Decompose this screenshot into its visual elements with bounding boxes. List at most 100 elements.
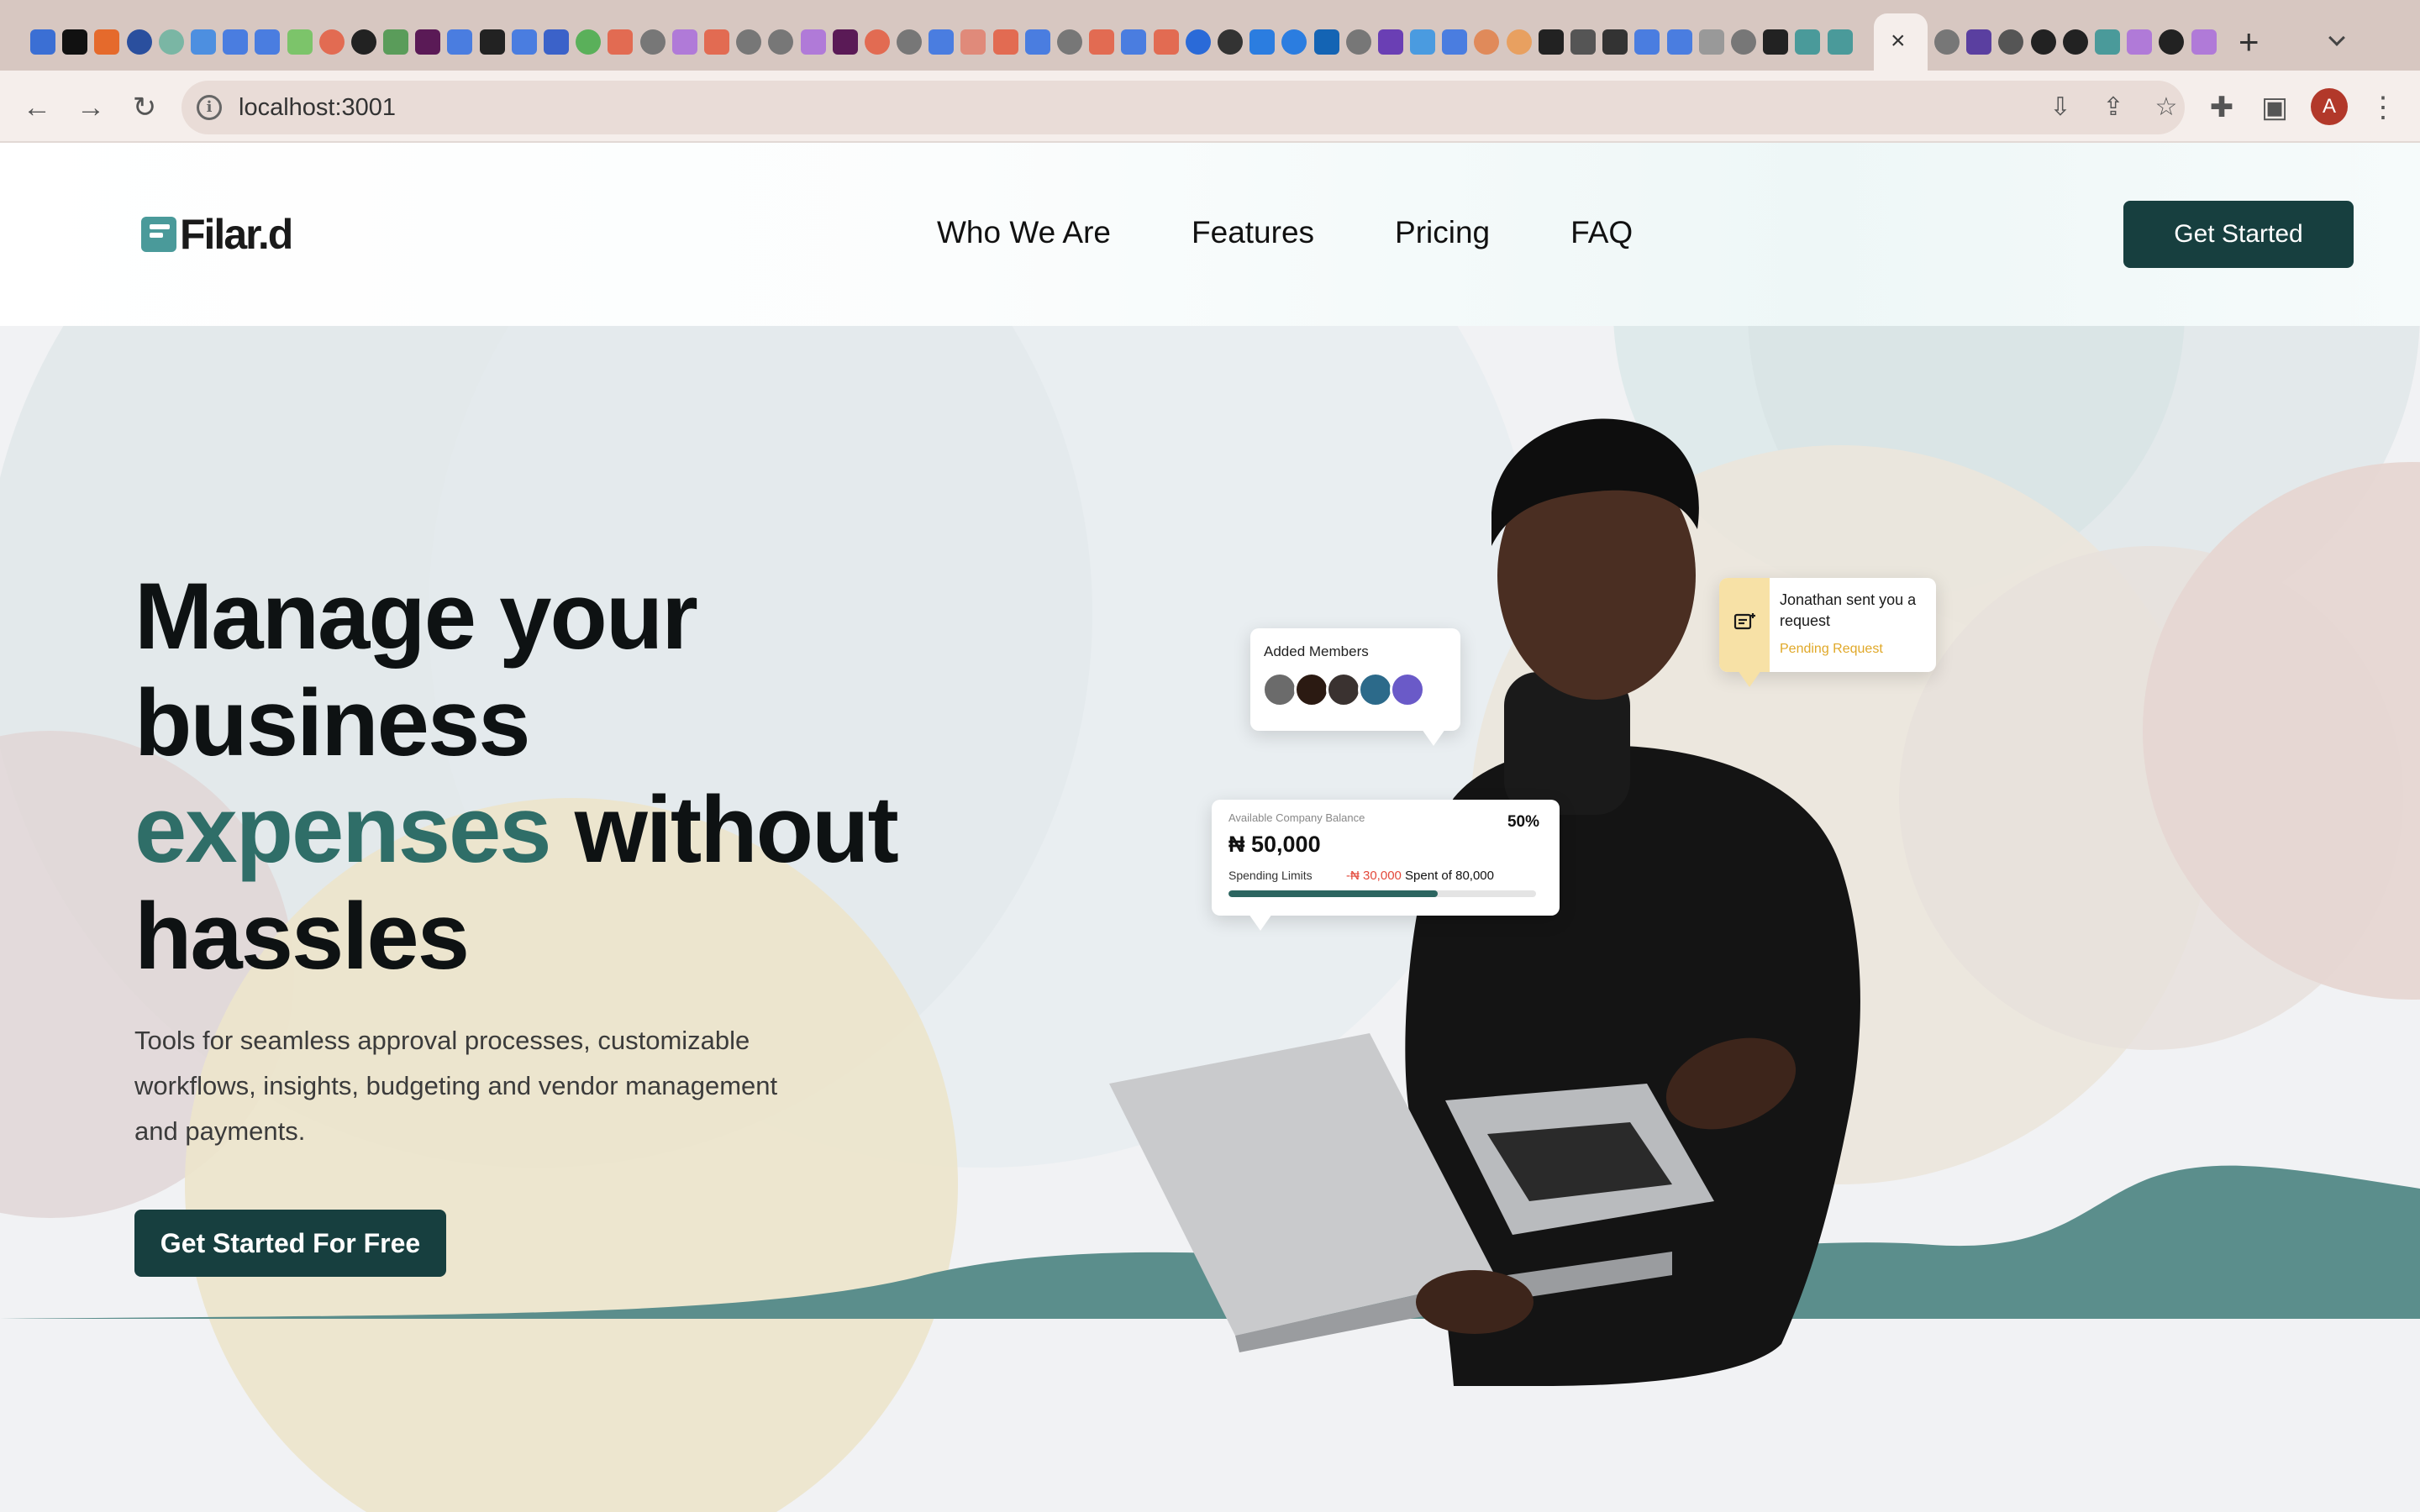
tab-favicon[interactable] xyxy=(190,29,216,55)
tab-favicon[interactable] xyxy=(318,29,345,55)
tab-favicon[interactable] xyxy=(255,29,281,55)
balance-percent: 50% xyxy=(1507,813,1539,831)
tab-favicon[interactable] xyxy=(1666,29,1692,55)
tab-favicon[interactable] xyxy=(832,29,858,55)
tab-favicon[interactable] xyxy=(2062,29,2088,55)
tab-favicon[interactable] xyxy=(223,29,249,55)
tab-favicon[interactable] xyxy=(415,29,441,55)
active-tab[interactable]: × xyxy=(1874,13,1928,71)
address-bar[interactable]: i localhost:3001 ⇩ ⇪ ☆ xyxy=(182,81,2185,134)
tab-favicon[interactable] xyxy=(2191,29,2217,55)
tab-favicons-right[interactable] xyxy=(1934,25,2223,59)
side-panel-icon[interactable]: ▣ xyxy=(2256,89,2293,126)
tab-favicon[interactable] xyxy=(1121,29,1147,55)
tab-favicon[interactable] xyxy=(992,29,1018,55)
tab-favicon[interactable] xyxy=(2030,29,2056,55)
close-tab-icon[interactable]: × xyxy=(1891,29,1906,54)
tab-favicon[interactable] xyxy=(1377,29,1403,55)
tab-favicon[interactable] xyxy=(2127,29,2153,55)
tab-favicon[interactable] xyxy=(671,29,697,55)
tab-favicon[interactable] xyxy=(30,29,55,55)
tab-favicon[interactable] xyxy=(1998,29,2024,55)
tab-favicon[interactable] xyxy=(158,29,184,55)
nav-item-features[interactable]: Features xyxy=(1192,215,1314,250)
tab-favicon[interactable] xyxy=(1827,29,1853,55)
request-notification-card[interactable]: Jonathan sent you a request Pending Requ… xyxy=(1719,578,1936,687)
tab-favicon[interactable] xyxy=(1313,29,1339,55)
tab-favicon[interactable] xyxy=(1345,29,1371,55)
hero-title: Manage your business expenses without ha… xyxy=(134,563,1059,990)
nav-item-pricing[interactable]: Pricing xyxy=(1395,215,1490,250)
nav-item-who-we-are[interactable]: Who We Are xyxy=(937,215,1111,250)
tab-favicon[interactable] xyxy=(1281,29,1307,55)
card-pointer xyxy=(1738,670,1761,687)
spending-total: 80,000 xyxy=(1455,869,1494,883)
tab-favicon[interactable] xyxy=(1185,29,1211,55)
tab-favicons[interactable] xyxy=(30,25,1860,59)
tab-favicon[interactable] xyxy=(1570,29,1596,55)
tab-favicon[interactable] xyxy=(703,29,729,55)
url-text[interactable]: localhost:3001 xyxy=(239,94,396,122)
tab-favicon[interactable] xyxy=(960,29,986,55)
hero-title-line: Manage your xyxy=(134,564,698,669)
get-started-free-button[interactable]: Get Started For Free xyxy=(134,1210,446,1277)
tab-favicon[interactable] xyxy=(1934,29,1960,55)
tab-favicon[interactable] xyxy=(1057,29,1082,55)
tab-search-chevron-icon[interactable] xyxy=(2328,29,2345,46)
back-arrow-icon[interactable]: ← xyxy=(18,89,55,126)
profile-avatar[interactable]: A xyxy=(2311,88,2348,125)
tab-favicon[interactable] xyxy=(639,29,666,55)
tab-favicon[interactable] xyxy=(1410,29,1436,55)
browser-menu-icon[interactable]: ⋮ xyxy=(2365,89,2402,126)
tab-favicon[interactable] xyxy=(383,29,409,55)
extensions-puzzle-icon[interactable]: ✚ xyxy=(2203,89,2240,126)
new-tab-button[interactable]: + xyxy=(2238,24,2260,60)
tab-favicon[interactable] xyxy=(1089,29,1115,55)
tab-favicon[interactable] xyxy=(1153,29,1179,55)
tab-favicon[interactable] xyxy=(1698,29,1724,55)
tab-favicon[interactable] xyxy=(126,29,152,55)
tab-favicon[interactable] xyxy=(544,29,569,55)
tab-favicon[interactable] xyxy=(1634,29,1660,55)
tab-favicon[interactable] xyxy=(94,29,120,55)
tab-favicon[interactable] xyxy=(1795,29,1821,55)
tab-favicon[interactable] xyxy=(287,29,313,55)
tab-favicon[interactable] xyxy=(1538,29,1564,55)
tab-favicon[interactable] xyxy=(864,29,890,55)
site-info-icon[interactable]: i xyxy=(197,95,222,120)
tab-favicon[interactable] xyxy=(447,29,473,55)
tab-favicon[interactable] xyxy=(1602,29,1628,55)
tab-favicon[interactable] xyxy=(736,29,762,55)
tab-favicon[interactable] xyxy=(1249,29,1276,55)
tab-favicon[interactable] xyxy=(1217,29,1243,55)
tab-favicon[interactable] xyxy=(576,29,602,55)
tab-favicon[interactable] xyxy=(1730,29,1756,55)
tab-favicon[interactable] xyxy=(2159,29,2185,55)
reload-icon[interactable]: ↻ xyxy=(126,89,163,126)
tab-favicon[interactable] xyxy=(1474,29,1500,55)
tab-favicon[interactable] xyxy=(1442,29,1468,55)
tab-favicon[interactable] xyxy=(1966,29,1992,55)
spending-progress-fill xyxy=(1228,890,1438,897)
tab-favicon[interactable] xyxy=(929,29,955,55)
tab-favicon[interactable] xyxy=(2094,29,2120,55)
tab-favicon[interactable] xyxy=(62,29,88,55)
member-avatar xyxy=(1390,672,1425,707)
tab-favicon[interactable] xyxy=(1024,29,1050,55)
tab-favicon[interactable] xyxy=(1506,29,1532,55)
nav-item-faq[interactable]: FAQ xyxy=(1570,215,1633,250)
share-icon[interactable]: ⇪ xyxy=(2100,94,2127,121)
tab-favicon[interactable] xyxy=(479,29,505,55)
brand-logo[interactable]: Filar.d xyxy=(141,210,293,259)
tab-favicon[interactable] xyxy=(350,29,376,55)
tab-favicon[interactable] xyxy=(897,29,923,55)
bookmark-star-icon[interactable]: ☆ xyxy=(2153,94,2180,121)
tab-favicon[interactable] xyxy=(608,29,634,55)
tab-favicon[interactable] xyxy=(1763,29,1789,55)
install-app-icon[interactable]: ⇩ xyxy=(2047,94,2074,121)
tab-favicon[interactable] xyxy=(800,29,826,55)
tab-favicon[interactable] xyxy=(511,29,537,55)
forward-arrow-icon[interactable]: → xyxy=(72,89,109,126)
tab-favicon[interactable] xyxy=(768,29,794,55)
get-started-button[interactable]: Get Started xyxy=(2123,201,2354,268)
